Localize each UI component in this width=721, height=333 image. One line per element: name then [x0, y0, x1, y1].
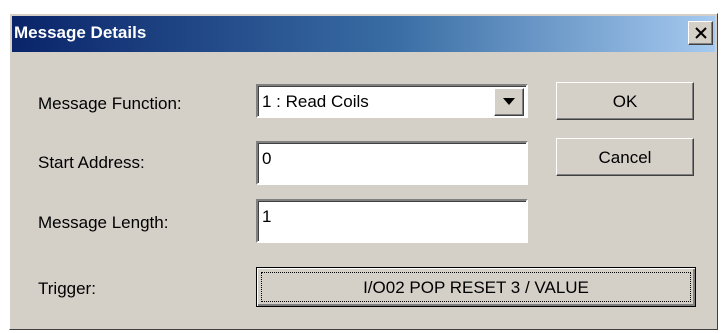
- message-length-label: Message Length:: [38, 213, 169, 232]
- message-function-dropdown[interactable]: 1 : Read Coils: [256, 84, 528, 118]
- start-address-value: 0: [262, 149, 272, 168]
- message-function-value: 1 : Read Coils: [262, 92, 369, 111]
- start-address-label: Start Address:: [38, 153, 145, 172]
- trigger-value: I/O02 POP RESET 3 / VALUE: [363, 278, 589, 297]
- dropdown-arrow-button[interactable]: [494, 88, 524, 116]
- ok-button[interactable]: OK: [556, 82, 694, 120]
- start-address-input[interactable]: 0: [256, 141, 528, 185]
- message-function-label: Message Function:: [38, 94, 182, 113]
- cancel-button-label: Cancel: [598, 148, 652, 167]
- ok-button-label: OK: [612, 92, 638, 111]
- dialog-title: Message Details: [14, 23, 147, 42]
- title-bar: Message Details: [12, 16, 715, 52]
- close-icon: [695, 27, 707, 39]
- message-length-input[interactable]: 1: [256, 199, 528, 243]
- cancel-button[interactable]: Cancel: [556, 138, 694, 176]
- message-details-dialog: Message Details Message Function: 1 : Re…: [9, 13, 718, 330]
- chevron-down-icon: [503, 98, 515, 105]
- trigger-button[interactable]: I/O02 POP RESET 3 / VALUE: [256, 267, 696, 307]
- trigger-label: Trigger:: [38, 279, 96, 298]
- message-length-value: 1: [262, 207, 272, 226]
- close-button[interactable]: [688, 21, 713, 45]
